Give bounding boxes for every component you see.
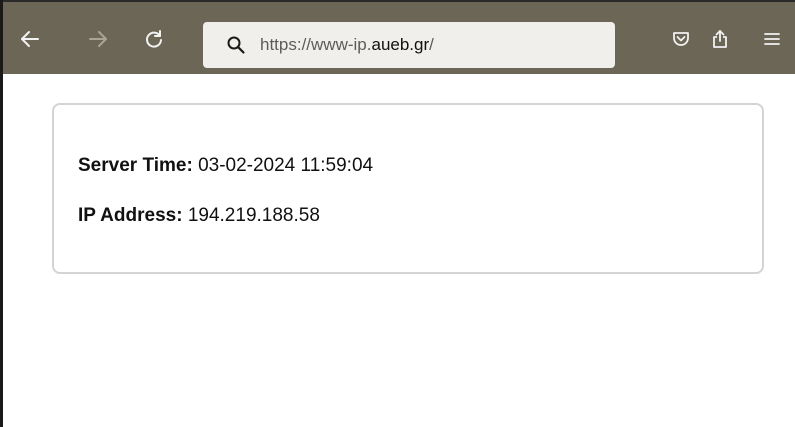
share-icon (709, 28, 731, 50)
menu-button[interactable] (755, 22, 789, 56)
ip-address-label: IP Address: (78, 205, 183, 226)
arrow-left-icon (19, 28, 41, 50)
url-text: https://www-ip.aueb.gr/ (260, 35, 434, 55)
url-scheme-prefix: https://www-ip. (260, 35, 372, 54)
back-button[interactable] (13, 22, 47, 56)
hamburger-menu-icon (762, 29, 782, 49)
reload-button[interactable] (137, 22, 171, 56)
url-path: / (429, 35, 434, 54)
search-icon (225, 34, 247, 56)
server-time-label: Server Time: (78, 155, 193, 176)
address-bar[interactable]: https://www-ip.aueb.gr/ (203, 22, 615, 68)
ip-address-value: 194.219.188.58 (187, 205, 320, 226)
browser-toolbar: https://www-ip.aueb.gr/ (3, 0, 795, 74)
pocket-icon (670, 28, 692, 50)
server-time-row: Server Time: 03-02-2024 11:59:04 (78, 155, 373, 177)
ip-address-row: IP Address: 194.219.188.58 (78, 205, 320, 227)
url-host: aueb.gr (371, 35, 430, 54)
server-time-value: 03-02-2024 11:59:04 (198, 155, 374, 176)
reload-icon (143, 28, 165, 50)
arrow-right-icon (87, 28, 109, 50)
info-card: Server Time: 03-02-2024 11:59:04 IP Addr… (52, 103, 764, 274)
share-button[interactable] (703, 22, 737, 56)
forward-button[interactable] (81, 22, 115, 56)
browser-window: https://www-ip.aueb.gr/ Server Time: 03-… (0, 0, 795, 427)
pocket-button[interactable] (664, 22, 698, 56)
